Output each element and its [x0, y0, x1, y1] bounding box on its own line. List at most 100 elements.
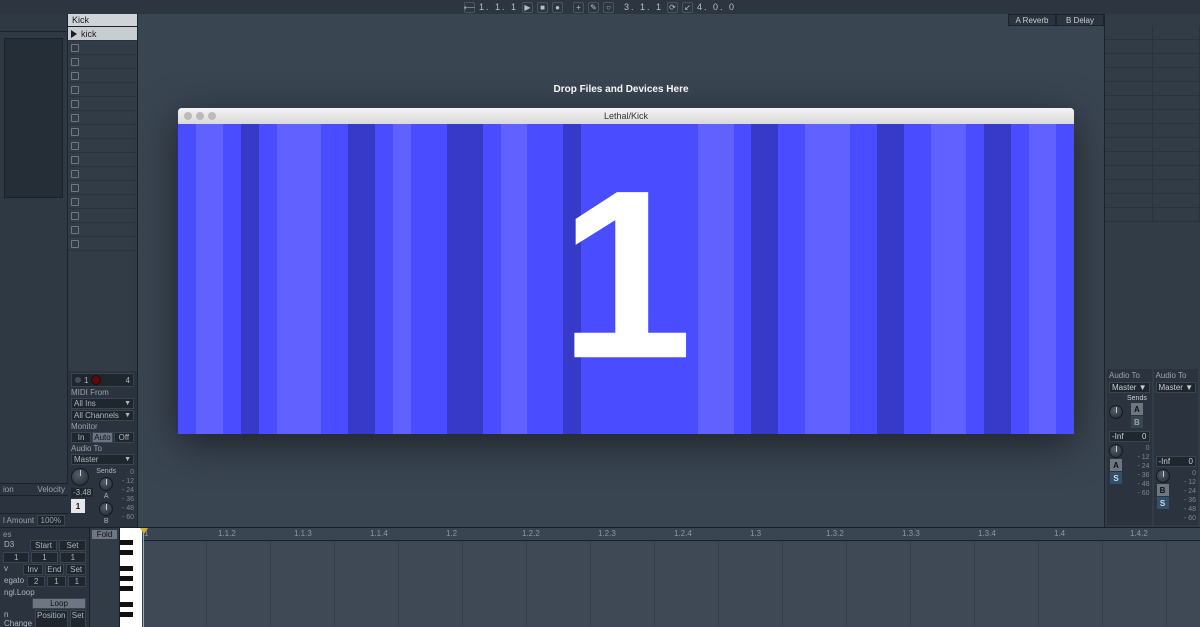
- metronome-icon[interactable]: ○: [603, 2, 614, 13]
- clip-slot[interactable]: [68, 139, 137, 153]
- return-a-activator[interactable]: A: [1110, 459, 1122, 471]
- return-a-volume[interactable]: -Inf0: [1109, 431, 1150, 442]
- set-button[interactable]: Set: [66, 564, 86, 575]
- return-b-dest[interactable]: Master▼: [1156, 382, 1197, 393]
- return-a-pan-knob[interactable]: [1109, 405, 1123, 419]
- clip-slot[interactable]: [68, 223, 137, 237]
- clip-slot[interactable]: [68, 83, 137, 97]
- midi-from-label: MIDI From: [71, 388, 134, 397]
- midi-timeline[interactable]: 1 1.1.2 1.1.3 1.1.4 1.2 1.2.2 1.2.3 1.2.…: [142, 528, 1200, 627]
- monitor-in[interactable]: In: [71, 432, 91, 443]
- clip-slot[interactable]: [68, 209, 137, 223]
- plugin-window[interactable]: Lethal/Kick 1: [178, 108, 1074, 434]
- value-box[interactable]: 1: [3, 552, 29, 563]
- playhead-marker[interactable]: [143, 528, 144, 627]
- piano-roll-keys[interactable]: [120, 528, 142, 627]
- record-icon[interactable]: ●: [552, 2, 563, 13]
- window-traffic-lights[interactable]: [184, 112, 216, 120]
- stop-icon[interactable]: ■: [537, 2, 548, 13]
- send-a-knob[interactable]: [99, 477, 113, 491]
- vel-amount-value[interactable]: 100%: [37, 515, 65, 526]
- chevron-down-icon: ▼: [1139, 383, 1147, 392]
- sends-label: Sends: [96, 468, 116, 475]
- return-b-solo[interactable]: S: [1157, 497, 1169, 509]
- plugin-titlebar[interactable]: Lethal/Kick: [178, 108, 1074, 124]
- clip-slot[interactable]: [68, 55, 137, 69]
- return-b-activator[interactable]: B: [1157, 484, 1169, 496]
- track-activator[interactable]: 1: [71, 499, 85, 513]
- draw-pencil-icon[interactable]: ✎: [588, 2, 599, 13]
- set-button[interactable]: Set: [59, 540, 86, 551]
- return-tracks-panel: Audio To Master▼ Sends A B -Inf0 A S: [1104, 14, 1200, 527]
- return-a-dest[interactable]: Master▼: [1109, 382, 1150, 393]
- monitor-off[interactable]: Off: [114, 432, 134, 443]
- clip-slot[interactable]: [68, 153, 137, 167]
- clip-slot[interactable]: [68, 97, 137, 111]
- send-b-knob[interactable]: [99, 502, 113, 516]
- track-io-block: 1 4 MIDI From All Ins▼ All Channels▼ Mon…: [68, 371, 137, 527]
- loop-toggle[interactable]: Loop: [32, 598, 86, 609]
- loop-length[interactable]: 4. 0. 0: [697, 2, 736, 12]
- monitor-auto[interactable]: Auto: [92, 432, 112, 443]
- value-box[interactable]: 1: [31, 552, 57, 563]
- send-a-label: A: [104, 493, 109, 500]
- volume-db[interactable]: -3.48: [71, 488, 93, 497]
- loop-icon[interactable]: ⟳: [667, 2, 678, 13]
- clip-slot[interactable]: [68, 195, 137, 209]
- midi-ruler[interactable]: 1 1.1.2 1.1.3 1.1.4 1.2 1.2.2 1.2.3 1.2.…: [142, 528, 1200, 541]
- midi-note-grid[interactable]: [142, 541, 1200, 627]
- clip-slot[interactable]: [68, 237, 137, 251]
- return-a-cue-knob[interactable]: [1109, 444, 1123, 458]
- song-position-1[interactable]: 1. 1. 1: [479, 2, 518, 12]
- clip-slot[interactable]: [68, 69, 137, 83]
- arm-button[interactable]: [91, 375, 101, 385]
- clip-slot[interactable]: [68, 111, 137, 125]
- chevron-down-icon: ▼: [1185, 383, 1193, 392]
- audio-to-label: Audio To: [1156, 371, 1197, 380]
- return-b-header[interactable]: B Delay: [1056, 14, 1104, 26]
- send-b-indicator[interactable]: B: [1131, 416, 1143, 428]
- value-box[interactable]: 1: [68, 576, 86, 587]
- audio-to-label: Audio To: [1109, 371, 1150, 380]
- return-a-strip: Audio To Master▼ Sends A B -Inf0 A S: [1107, 369, 1152, 525]
- inv-button[interactable]: Inv: [23, 564, 43, 575]
- velocity-ion-label: ion: [3, 485, 14, 494]
- return-a-solo[interactable]: S: [1110, 472, 1122, 484]
- return-a-header[interactable]: A Reverb: [1008, 14, 1056, 26]
- play-icon[interactable]: ▶: [522, 2, 533, 13]
- value-box[interactable]: 1: [47, 576, 65, 587]
- clip-slot-1[interactable]: kick: [68, 27, 137, 41]
- return-b-cue-knob[interactable]: [1156, 469, 1170, 483]
- transport-bar: ⟵ 1. 1. 1 ▶ ■ ● + ✎ ○ 3. 1. 1 ⟳ ↙ 4. 0. …: [0, 0, 1200, 14]
- chevron-down-icon: ▼: [124, 400, 131, 407]
- vel-amount-label: l Amount: [3, 516, 34, 525]
- send-a-indicator[interactable]: A: [1131, 403, 1143, 415]
- clip-play-icon[interactable]: [71, 30, 77, 38]
- loop-start[interactable]: 3. 1. 1: [624, 2, 663, 12]
- track-title[interactable]: Kick: [68, 14, 137, 27]
- plugin-graphic: 1: [178, 124, 1074, 434]
- midi-from-channel[interactable]: All Channels▼: [71, 410, 134, 421]
- punch-icon[interactable]: ↙: [682, 2, 693, 13]
- transport-back-icon[interactable]: ⟵: [464, 2, 475, 13]
- clip-slot-2[interactable]: [68, 41, 137, 55]
- audio-to-label: Audio To: [71, 444, 134, 453]
- drop-hint: Drop Files and Devices Here: [138, 84, 1104, 95]
- set-button[interactable]: Set: [70, 610, 87, 627]
- clip-slot[interactable]: [68, 181, 137, 195]
- position-label: Position: [35, 610, 67, 627]
- return-meter-scale: 0- 12 - 24- 36 - 48- 60: [1174, 469, 1197, 523]
- velocity-label: Velocity: [37, 485, 65, 494]
- sends-label: Sends: [1127, 395, 1147, 402]
- pan-knob[interactable]: [71, 468, 89, 486]
- clip-slot[interactable]: [68, 167, 137, 181]
- audio-to-dest[interactable]: Master▼: [71, 454, 134, 465]
- value-box[interactable]: 1: [60, 552, 86, 563]
- fold-button[interactable]: Fold: [92, 530, 117, 539]
- midi-from-src[interactable]: All Ins▼: [71, 398, 134, 409]
- clip-slot[interactable]: [68, 125, 137, 139]
- monitor-label: Monitor: [71, 422, 134, 431]
- value-box[interactable]: 2: [27, 576, 45, 587]
- overdub-plus-icon[interactable]: +: [573, 2, 584, 13]
- return-b-volume[interactable]: -Inf0: [1156, 456, 1197, 467]
